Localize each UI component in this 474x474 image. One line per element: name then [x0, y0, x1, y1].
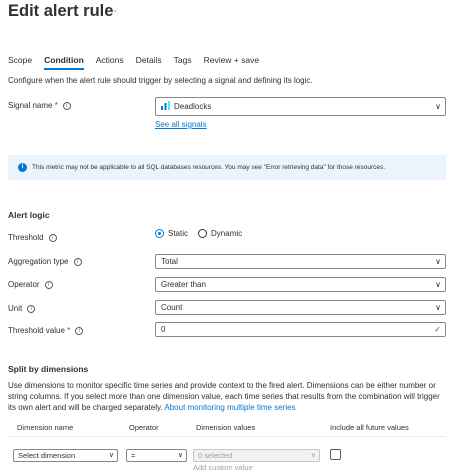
unit-label-text: Unit	[8, 304, 23, 313]
required-marker: *	[67, 326, 71, 335]
chevron-down-icon: ∨	[108, 452, 114, 459]
dimension-name-placeholder: Select dimension	[18, 451, 76, 460]
info-icon[interactable]: i	[48, 233, 57, 242]
add-custom-value-link[interactable]: Add custom value	[193, 463, 253, 472]
page-title: Edit alert rule	[8, 2, 114, 20]
split-by-dimensions-heading: Split by dimensions	[8, 364, 89, 374]
include-future-values-checkbox[interactable]	[330, 449, 341, 460]
dimension-operator-value: =	[131, 451, 136, 460]
aggregation-type-value: Total	[161, 257, 178, 266]
operator-value: Greater than	[161, 280, 206, 289]
tab-details[interactable]: Details	[136, 55, 162, 70]
table-divider	[8, 436, 446, 437]
aggregation-type-label: Aggregation type i	[8, 257, 82, 266]
aggregation-type-label-text: Aggregation type	[8, 257, 69, 266]
required-marker: *	[54, 101, 58, 110]
threshold-label: Threshold i	[8, 233, 57, 242]
tab-actions[interactable]: Actions	[96, 55, 124, 70]
unit-dropdown[interactable]: Count ∨	[155, 300, 446, 315]
tab-scope[interactable]: Scope	[8, 55, 32, 70]
threshold-value: 0	[161, 325, 166, 334]
static-radio[interactable]	[155, 229, 164, 238]
chevron-down-icon: ∨	[435, 102, 441, 111]
dimension-operator-dropdown[interactable]: = ∨	[126, 449, 187, 462]
intro-text: Configure when the alert rule should tri…	[8, 76, 313, 85]
dimension-name-dropdown[interactable]: Select dimension ∨	[13, 449, 118, 462]
tab-review-save[interactable]: Review + save	[204, 55, 260, 70]
dynamic-radio[interactable]	[198, 229, 208, 238]
column-header-dimension-values: Dimension values	[196, 423, 256, 432]
threshold-radio-group: Static Dynamic	[155, 229, 242, 238]
tab-bar: Scope Condition Actions Details Tags Rev…	[8, 55, 271, 70]
tab-tags[interactable]: Tags	[174, 55, 192, 70]
unit-label: Unit i	[8, 304, 36, 313]
metric-chart-icon	[161, 101, 170, 111]
alert-logic-heading: Alert logic	[8, 210, 50, 220]
threshold-value-label: Threshold value * i	[8, 326, 84, 335]
threshold-value-label-text: Threshold value	[8, 326, 65, 335]
static-radio-label[interactable]: Static	[168, 229, 188, 238]
checkmark-icon: ✓	[434, 325, 441, 334]
info-icon[interactable]: i	[27, 304, 36, 313]
info-icon[interactable]: i	[62, 101, 71, 110]
tab-condition[interactable]: Condition	[44, 55, 84, 70]
monitoring-multiple-time-series-link[interactable]: About monitoring multiple time series	[164, 403, 295, 412]
signal-name-value: Deadlocks	[174, 102, 212, 111]
more-options-icon[interactable]: ···	[104, 5, 118, 17]
chevron-down-icon: ∨	[310, 452, 316, 459]
banner-text: This metric may not be applicable to all…	[32, 164, 386, 171]
operator-dropdown[interactable]: Greater than ∨	[155, 277, 446, 292]
dynamic-radio-label[interactable]: Dynamic	[211, 229, 242, 238]
chevron-down-icon: ∨	[435, 257, 441, 266]
dimension-values-dropdown[interactable]: 0 selected ∨	[193, 449, 320, 462]
column-header-operator: Operator	[129, 423, 159, 432]
info-icon[interactable]: i	[73, 257, 82, 266]
column-header-dimension-name: Dimension name	[17, 423, 74, 432]
chevron-down-icon: ∨	[177, 452, 183, 459]
info-icon[interactable]: i	[44, 280, 53, 289]
signal-name-label: Signal name * i	[8, 101, 71, 110]
operator-label-text: Operator	[8, 280, 40, 289]
info-banner: i This metric may not be applicable to a…	[8, 155, 446, 180]
info-icon[interactable]: i	[75, 326, 84, 335]
split-description: Use dimensions to monitor specific time …	[8, 380, 448, 413]
column-header-include-future: Include all future values	[330, 423, 409, 432]
operator-label: Operator i	[8, 280, 53, 289]
dimension-values-placeholder: 0 selected	[198, 451, 233, 460]
chevron-down-icon: ∨	[435, 303, 441, 312]
aggregation-type-dropdown[interactable]: Total ∨	[155, 254, 446, 269]
threshold-value-input[interactable]: 0 ✓	[155, 322, 446, 337]
info-icon: i	[18, 163, 27, 172]
unit-value: Count	[161, 303, 183, 312]
signal-name-label-text: Signal name	[8, 101, 53, 110]
see-all-signals-link[interactable]: See all signals	[155, 120, 207, 129]
threshold-label-text: Threshold	[8, 233, 44, 242]
chevron-down-icon: ∨	[435, 280, 441, 289]
signal-name-dropdown[interactable]: Deadlocks ∨	[155, 97, 446, 116]
